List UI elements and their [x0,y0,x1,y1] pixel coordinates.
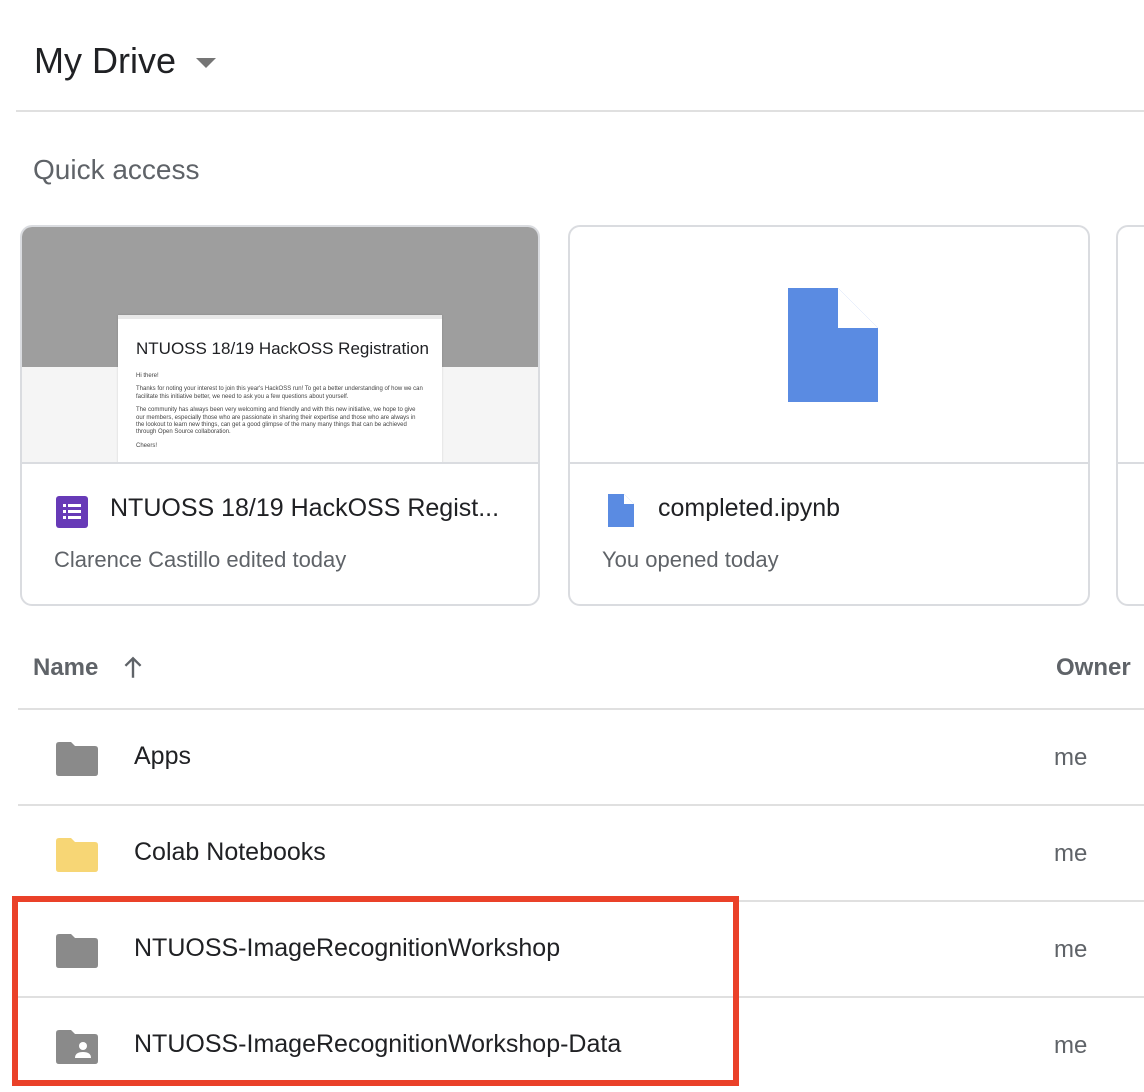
card-preview [570,227,1088,464]
table-row[interactable]: Colab Notebooks me [18,806,1144,902]
header-divider [16,110,1144,112]
file-list-header: Name Owner [0,630,1144,710]
table-row[interactable]: NTUOSS-ImageRecognitionWorkshop-Data me [18,998,1144,1092]
row-name: NTUOSS-ImageRecognitionWorkshop [134,934,561,962]
caret-down-icon [196,58,216,68]
row-owner: me [1054,744,1088,771]
header-bar: My Drive [0,0,1144,112]
row-owner: me [1054,840,1088,867]
row-name: Apps [134,742,191,770]
name-column-label: Name [33,654,99,681]
form-preview-line: Cheers! [136,442,158,449]
my-drive-dropdown[interactable]: My Drive [34,40,216,82]
card-file-name: completed.ipynb [658,494,841,522]
quick-access-card-forms[interactable]: NTUOSS 18/19 HackOSS Registration Hi the… [20,225,540,606]
card-meta: completed.ipynb You opened today [570,466,1088,604]
form-preview-line: Hi there! [136,373,159,379]
form-preview-title: NTUOSS 18/19 HackOSS Registration [136,339,429,358]
row-name: Colab Notebooks [134,838,326,866]
form-preview-line: Thanks for noting your interest to join … [136,386,423,400]
page-title: My Drive [34,40,176,81]
table-row[interactable]: NTUOSS-ImageRecognitionWorkshop me [18,902,1144,998]
name-column-header[interactable]: Name [33,654,146,682]
table-row[interactable]: Apps me [18,710,1144,806]
row-name: NTUOSS-ImageRecognitionWorkshop-Data [134,1030,622,1058]
card-meta: NTUOSS 18/19 HackOSS Regist... Clarence … [22,466,538,604]
owner-column-header[interactable]: Owner [1056,654,1131,682]
quick-access-card-partial[interactable] [1116,225,1144,606]
form-preview-line: The community has always been very welco… [136,407,416,436]
forms-icon [56,496,88,533]
document-icon [788,288,878,402]
folder-icon [56,838,98,872]
row-owner: me [1054,936,1088,963]
row-owner: me [1054,1032,1088,1059]
folder-icon [56,934,98,968]
card-file-name: NTUOSS 18/19 HackOSS Regist... [110,494,500,522]
document-icon [608,494,634,532]
arrow-up-icon[interactable] [120,655,146,681]
card-activity: You opened today [602,547,779,572]
form-preview-thumbnail: NTUOSS 18/19 HackOSS Registration Hi the… [118,315,442,462]
quick-access-card-document[interactable]: completed.ipynb You opened today [568,225,1090,606]
card-activity: Clarence Castillo edited today [54,547,347,572]
card-preview [1118,227,1144,464]
shared-folder-icon [56,1030,98,1064]
card-preview: NTUOSS 18/19 HackOSS Registration Hi the… [22,227,538,464]
quick-access-heading: Quick access [33,154,200,185]
folder-icon [56,742,98,776]
